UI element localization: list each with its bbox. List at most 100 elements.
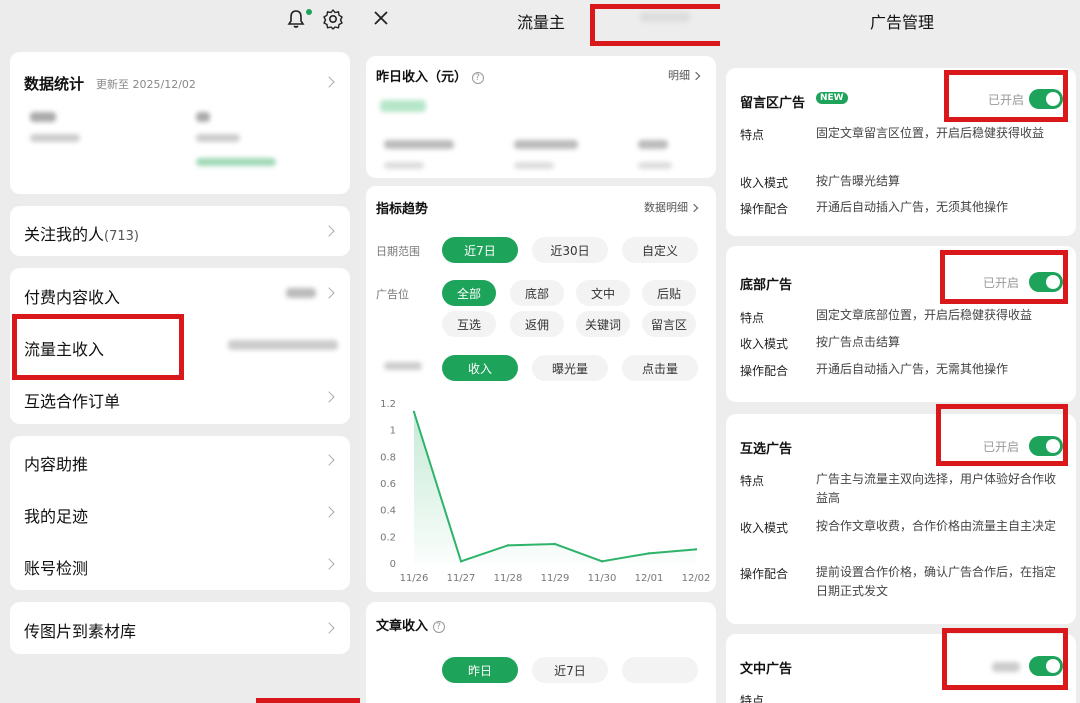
trend-detail-link[interactable]: 数据明细	[644, 199, 699, 215]
feature-value: 固定文章底部位置，开启后稳健获得收益	[816, 308, 1033, 322]
blurred-value	[638, 140, 668, 149]
help-icon[interactable]: ?	[432, 620, 445, 633]
feature-value: 固定文章留言区位置，开启后稳健获得收益	[816, 126, 1045, 140]
trend-title: 指标趋势	[376, 202, 429, 217]
x-tick-label: 11/30	[588, 573, 617, 584]
blurred-value	[384, 140, 454, 149]
x-tick-label: 11/29	[541, 573, 570, 584]
menu-item-label: 互选合作订单	[24, 392, 121, 411]
operation-label: 操作配合	[740, 202, 789, 216]
highlight-box	[940, 250, 1068, 304]
chevron-right-icon	[323, 76, 335, 88]
followers-row[interactable]: 关注我的人(713)	[10, 206, 350, 256]
metric-clicks[interactable]: 点击量	[622, 355, 698, 381]
ad-position-rebate[interactable]: 返佣	[510, 311, 564, 337]
stats-title: 数据统计	[24, 75, 85, 93]
highlight-box	[256, 698, 360, 703]
blurred-value	[30, 134, 80, 142]
trend-card: 指标趋势 数据明细 日期范围 近7日 近30日 自定义 广告位 全部 底部 文中…	[366, 186, 716, 592]
menu-item-label: 我的足迹	[24, 507, 89, 526]
series-area	[414, 412, 696, 564]
feature-label: 特点	[740, 474, 765, 488]
menu-item-footprint[interactable]: 我的足迹	[10, 488, 350, 538]
metric-exposure[interactable]: 曝光量	[532, 355, 608, 381]
chevron-right-icon	[323, 287, 335, 299]
blurred-value	[228, 340, 338, 350]
upload-label: 传图片到素材库	[24, 622, 137, 641]
article-tab-yesterday[interactable]: 昨日	[442, 657, 518, 683]
menu-item-label: 付费内容收入	[24, 288, 121, 307]
mode-value: 按广告点击结算	[816, 335, 901, 349]
new-badge: NEW	[816, 92, 848, 104]
data-point	[459, 560, 463, 563]
ad-position-comments[interactable]: 留言区	[642, 311, 696, 337]
y-tick-label: 0.4	[380, 506, 396, 517]
date-range-7d[interactable]: 近7日	[442, 237, 518, 263]
bell-icon[interactable]	[286, 9, 306, 29]
chevron-right-icon	[323, 391, 335, 403]
blurred-value	[384, 362, 422, 370]
ad-management-panel: 广告管理 留言区广告 NEW 已开启 特点 固定文章留言区位置，开启后稳健获得收…	[722, 0, 1080, 703]
metric-income[interactable]: 收入	[442, 355, 518, 381]
stats-card[interactable]: 数据统计 更新至 2025/12/02	[10, 52, 350, 194]
help-icon[interactable]: ?	[471, 71, 484, 84]
traffic-owner-panel: 流量主 昨日收入（元） ? 明细 指标趋势 数据明细 日期范围 近7日 近30日…	[362, 0, 720, 703]
menu-item-label: 账号检测	[24, 559, 89, 578]
blurred-value	[384, 162, 424, 169]
blurred-value	[286, 288, 316, 298]
notification-dot	[306, 9, 312, 15]
yesterday-income-card: 昨日收入（元） ? 明细	[366, 56, 716, 178]
chevron-right-icon	[323, 225, 335, 237]
mode-label: 收入模式	[740, 176, 789, 190]
highlight-box	[944, 70, 1068, 122]
creator-center-panel: 数据统计 更新至 2025/12/02 关注我的人(713) 付费内容收入 流量…	[0, 0, 360, 703]
mode-value: 按广告曝光结算	[816, 174, 901, 188]
feature-label: 特点	[740, 311, 765, 325]
article-income-title: 文章收入	[376, 619, 429, 634]
date-range-30d[interactable]: 近30日	[532, 237, 608, 263]
highlight-box	[942, 628, 1068, 690]
feature-label: 特点	[740, 128, 765, 142]
highlight-box	[936, 404, 1068, 466]
ad-position-label: 广告位	[376, 288, 409, 301]
x-tick-label: 11/28	[494, 573, 523, 584]
date-range-label: 日期范围	[376, 245, 420, 258]
date-range-custom[interactable]: 自定义	[622, 237, 698, 263]
blurred-value	[196, 158, 276, 166]
gear-icon[interactable]	[322, 8, 344, 30]
chevron-right-icon	[323, 622, 335, 634]
menu-item-paid-content[interactable]: 付费内容收入	[10, 268, 350, 318]
blurred-value	[514, 140, 578, 149]
ad-position-mutual[interactable]: 互选	[442, 311, 496, 337]
ad-name: 互选广告	[740, 442, 793, 457]
menu-item-content-boost[interactable]: 内容助推	[10, 436, 350, 486]
data-point	[506, 544, 510, 547]
feature-label: 特点	[740, 694, 765, 703]
yesterday-detail-link[interactable]: 明细	[668, 67, 701, 83]
ad-name: 文中广告	[740, 662, 793, 677]
mode-label: 收入模式	[740, 337, 789, 351]
series-line	[413, 411, 697, 563]
ad-position-inline[interactable]: 文中	[576, 280, 630, 306]
ad-name: 留言区广告	[740, 96, 806, 111]
article-tab-7d[interactable]: 近7日	[532, 657, 608, 683]
ad-position-bottom[interactable]: 底部	[510, 280, 564, 306]
menu-item-account-check[interactable]: 账号检测	[10, 540, 350, 590]
blurred-value	[380, 100, 426, 112]
ad-position-all[interactable]: 全部	[442, 280, 496, 306]
mode-value: 按合作文章收费，合作价格由流量主自主决定	[816, 519, 1057, 533]
operation-value: 开通后自动插入广告，无需其他操作	[816, 362, 1009, 376]
ad-position-keyword[interactable]: 关键词	[576, 311, 630, 337]
data-point	[553, 542, 557, 546]
highlight-box	[590, 4, 720, 46]
data-point	[647, 552, 651, 555]
tools-menu: 内容助推 我的足迹 账号检测	[10, 436, 350, 590]
article-tab-more[interactable]	[622, 657, 698, 683]
close-icon[interactable]	[372, 9, 390, 27]
followers-count: (713)	[104, 229, 139, 244]
ad-position-postroll[interactable]: 后贴	[642, 280, 696, 306]
page-title: 广告管理	[870, 13, 935, 32]
blurred-value	[638, 162, 672, 169]
upload-row[interactable]: 传图片到素材库	[10, 602, 350, 654]
feature-value: 广告主与流量主双向选择，用户体验好合作收益高	[816, 472, 1057, 505]
